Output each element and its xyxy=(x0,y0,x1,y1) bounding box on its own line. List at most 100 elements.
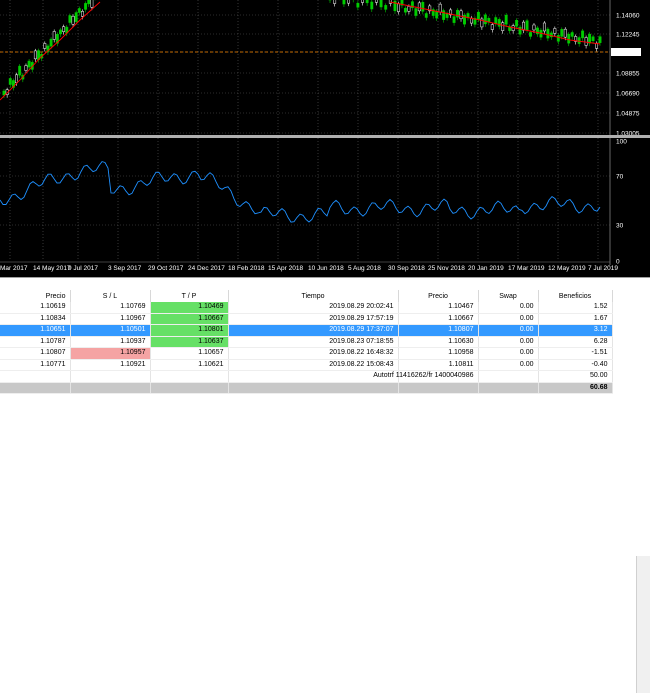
table-row[interactable]: 1.10651 1.10501 1.10801 2019.08.29 17:37:07… xyxy=(0,324,613,337)
time-axis-label: 9 Jul 2017 xyxy=(68,265,98,272)
candle-body xyxy=(452,16,456,23)
candle-body xyxy=(421,2,425,12)
candle-body xyxy=(435,10,439,19)
candle-body xyxy=(563,28,567,38)
indicator-axis-label: 100 xyxy=(616,139,627,146)
col-header-tp[interactable]: T / P xyxy=(150,290,229,302)
candle-body xyxy=(466,13,470,18)
table-header-row: Precio S / L T / P Tiempo Precio Swap Be… xyxy=(0,290,613,302)
candle-body xyxy=(584,37,588,46)
cell-tp: 1.10621 xyxy=(150,359,229,371)
candle-body xyxy=(15,74,19,84)
cell-precio: 1.10619 xyxy=(0,302,71,314)
cell-precio: 1.10834 xyxy=(0,313,71,325)
candle-body xyxy=(80,11,84,17)
candle-body xyxy=(494,17,498,24)
table-row[interactable]: 1.10787 1.10937 1.10637 2019.08.23 07:18:55… xyxy=(0,336,613,348)
candle-body xyxy=(333,0,337,4)
candle-body xyxy=(567,33,571,44)
candle-body xyxy=(438,3,442,13)
cell-precio: 1.10771 xyxy=(0,359,71,371)
col-header-swap[interactable]: Swap xyxy=(478,290,539,302)
total-row: 60.68 xyxy=(0,382,613,394)
candle-body xyxy=(407,6,411,12)
cell-precio-close: 1.10811 xyxy=(398,359,479,371)
cell-sl: 1.10921 xyxy=(70,359,151,371)
candle-body xyxy=(532,24,536,31)
candle-body xyxy=(581,30,585,39)
col-header-precio-close[interactable]: Precio xyxy=(398,290,479,302)
candle-body xyxy=(2,90,6,96)
cell-sl: 1.10501 xyxy=(70,324,151,337)
candle-body xyxy=(365,0,369,4)
time-axis-label: 17 Mar 2019 xyxy=(508,265,545,272)
candle-body xyxy=(52,31,56,40)
candle-body xyxy=(18,65,22,76)
cell-precio-close: 1.10667 xyxy=(398,313,479,325)
candle-body xyxy=(62,26,66,32)
cell-beneficios: 3.12 xyxy=(538,324,613,337)
candle-body xyxy=(598,36,602,43)
candle-body xyxy=(356,2,360,8)
cell-precio: 1.10807 xyxy=(0,347,71,360)
table-row[interactable]: 1.10771 1.10921 1.10621 2019.08.22 15:08:43… xyxy=(0,359,613,371)
candle-body xyxy=(577,37,581,44)
candle-body xyxy=(74,12,78,22)
candle-body xyxy=(542,22,546,32)
cell-tp: 1.10801 xyxy=(150,324,229,337)
candle-body xyxy=(414,8,418,16)
time-axis-label: 14 May 2017 xyxy=(33,265,71,272)
col-header-beneficios[interactable]: Beneficios xyxy=(538,290,613,302)
indicator-axis-label: 30 xyxy=(616,223,624,230)
candle-body xyxy=(84,3,88,10)
cell-tiempo: 2019.08.22 16:48:32 xyxy=(228,347,399,360)
candle-body xyxy=(393,0,397,9)
table-row[interactable]: 1.10834 1.10967 1.10667 2019.08.29 17:57:19… xyxy=(0,313,613,325)
price-chart[interactable]: 1.14060 1.12245 1.10533 1.08855 1.06690 1.048… xyxy=(0,0,650,277)
time-axis-label: 15 Apr 2018 xyxy=(268,265,303,272)
time-axis-label: 24 Dec 2017 xyxy=(188,265,225,272)
candle-body xyxy=(522,21,526,31)
candle-body xyxy=(588,33,592,44)
table-row[interactable]: 1.10807 1.10957 1.10657 2019.08.22 16:48:32… xyxy=(0,347,613,360)
cell-beneficios: 1.67 xyxy=(538,313,613,325)
price-axis-label: 1.12245 xyxy=(616,32,640,39)
candle-body xyxy=(33,50,37,60)
balance-label: Autotrf 11416262/fr 1400040986 xyxy=(373,370,479,383)
time-axis-label: Mar 2017 xyxy=(0,265,28,272)
cell-tp: 1.10667 xyxy=(150,313,229,325)
chart-canvas[interactable]: 1.14060 1.12245 1.10533 1.08855 1.06690 1.048… xyxy=(0,0,650,277)
cell-swap: 0.00 xyxy=(478,359,539,371)
time-axis-label: 5 Aug 2018 xyxy=(348,265,381,272)
balance-value: 50.00 xyxy=(538,370,613,383)
candle-body xyxy=(90,0,94,8)
vertical-scrollbar[interactable] xyxy=(636,556,650,693)
cell-precio-close: 1.10630 xyxy=(398,336,479,348)
candle-body xyxy=(43,43,47,49)
candle-body xyxy=(556,35,560,42)
candle-body xyxy=(71,15,75,25)
col-header-precio[interactable]: Precio xyxy=(0,290,71,302)
cell-precio-close: 1.10467 xyxy=(398,302,479,314)
col-header-sl[interactable]: S / L xyxy=(70,290,151,302)
balance-row[interactable]: Autotrf 11416262/fr 1400040986 50.00 xyxy=(0,370,613,383)
price-axis-label: 1.04875 xyxy=(616,111,640,118)
candle-body xyxy=(347,0,351,4)
table-row[interactable]: 1.10619 1.10769 1.10469 2019.08.29 20:02:41… xyxy=(0,302,613,314)
candle-body xyxy=(424,13,428,18)
candle-body xyxy=(570,32,574,37)
candle-body xyxy=(504,14,508,25)
candle-body xyxy=(8,78,12,85)
candle-body xyxy=(497,19,501,27)
time-axis-label: 3 Sep 2017 xyxy=(108,265,142,272)
cell-precio-close: 1.10807 xyxy=(398,324,479,337)
candle-body xyxy=(476,11,480,20)
cell-swap: 0.00 xyxy=(478,336,539,348)
col-header-tiempo[interactable]: Tiempo xyxy=(228,290,399,302)
time-axis-label: 18 Feb 2018 xyxy=(228,265,265,272)
candle-body xyxy=(342,0,346,5)
candle-body xyxy=(379,0,383,8)
candle-body xyxy=(560,29,564,37)
price-axis-label: 1.14060 xyxy=(616,13,640,20)
cell-swap: 0.00 xyxy=(478,347,539,360)
